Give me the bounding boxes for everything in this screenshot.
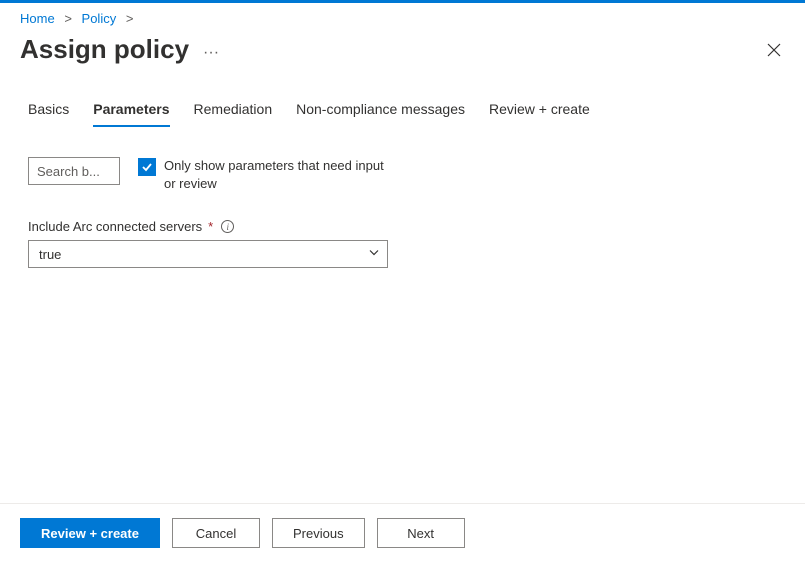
select-value: true [39,247,61,262]
filter-checkbox[interactable] [138,158,156,176]
check-icon [141,161,153,173]
filter-checkbox-label: Only show parameters that need input or … [164,157,398,193]
content-area: Basics Parameters Remediation Non-compli… [0,75,805,491]
search-input[interactable] [28,157,120,185]
info-icon[interactable]: i [221,220,234,233]
close-button[interactable] [763,39,785,61]
tab-basics[interactable]: Basics [28,95,69,127]
cancel-button[interactable]: Cancel [172,518,260,548]
breadcrumb-separator: > [126,11,134,26]
breadcrumb-home[interactable]: Home [20,11,55,26]
breadcrumb-separator: > [64,11,72,26]
tab-non-compliance-messages[interactable]: Non-compliance messages [296,95,465,127]
breadcrumb: Home > Policy > [0,3,805,30]
filter-row: Only show parameters that need input or … [28,157,785,193]
include-arc-select[interactable]: true [28,240,388,268]
tab-remediation[interactable]: Remediation [194,95,273,127]
page-title: Assign policy [20,34,189,65]
previous-button[interactable]: Previous [272,518,365,548]
breadcrumb-policy[interactable]: Policy [82,11,117,26]
footer-action-bar: Review + create Cancel Previous Next [0,503,805,562]
tab-review-create[interactable]: Review + create [489,95,590,127]
next-button[interactable]: Next [377,518,465,548]
review-create-button[interactable]: Review + create [20,518,160,548]
required-indicator: * [208,219,213,234]
tab-bar: Basics Parameters Remediation Non-compli… [28,95,785,127]
page-header: Assign policy ··· [0,30,805,75]
close-icon [767,43,781,57]
more-actions-button[interactable]: ··· [203,39,219,61]
field-label: Include Arc connected servers [28,219,202,234]
filter-checkbox-group: Only show parameters that need input or … [138,157,398,193]
tab-parameters[interactable]: Parameters [93,95,169,127]
parameter-include-arc: Include Arc connected servers * i true [28,219,785,268]
field-label-row: Include Arc connected servers * i [28,219,785,234]
